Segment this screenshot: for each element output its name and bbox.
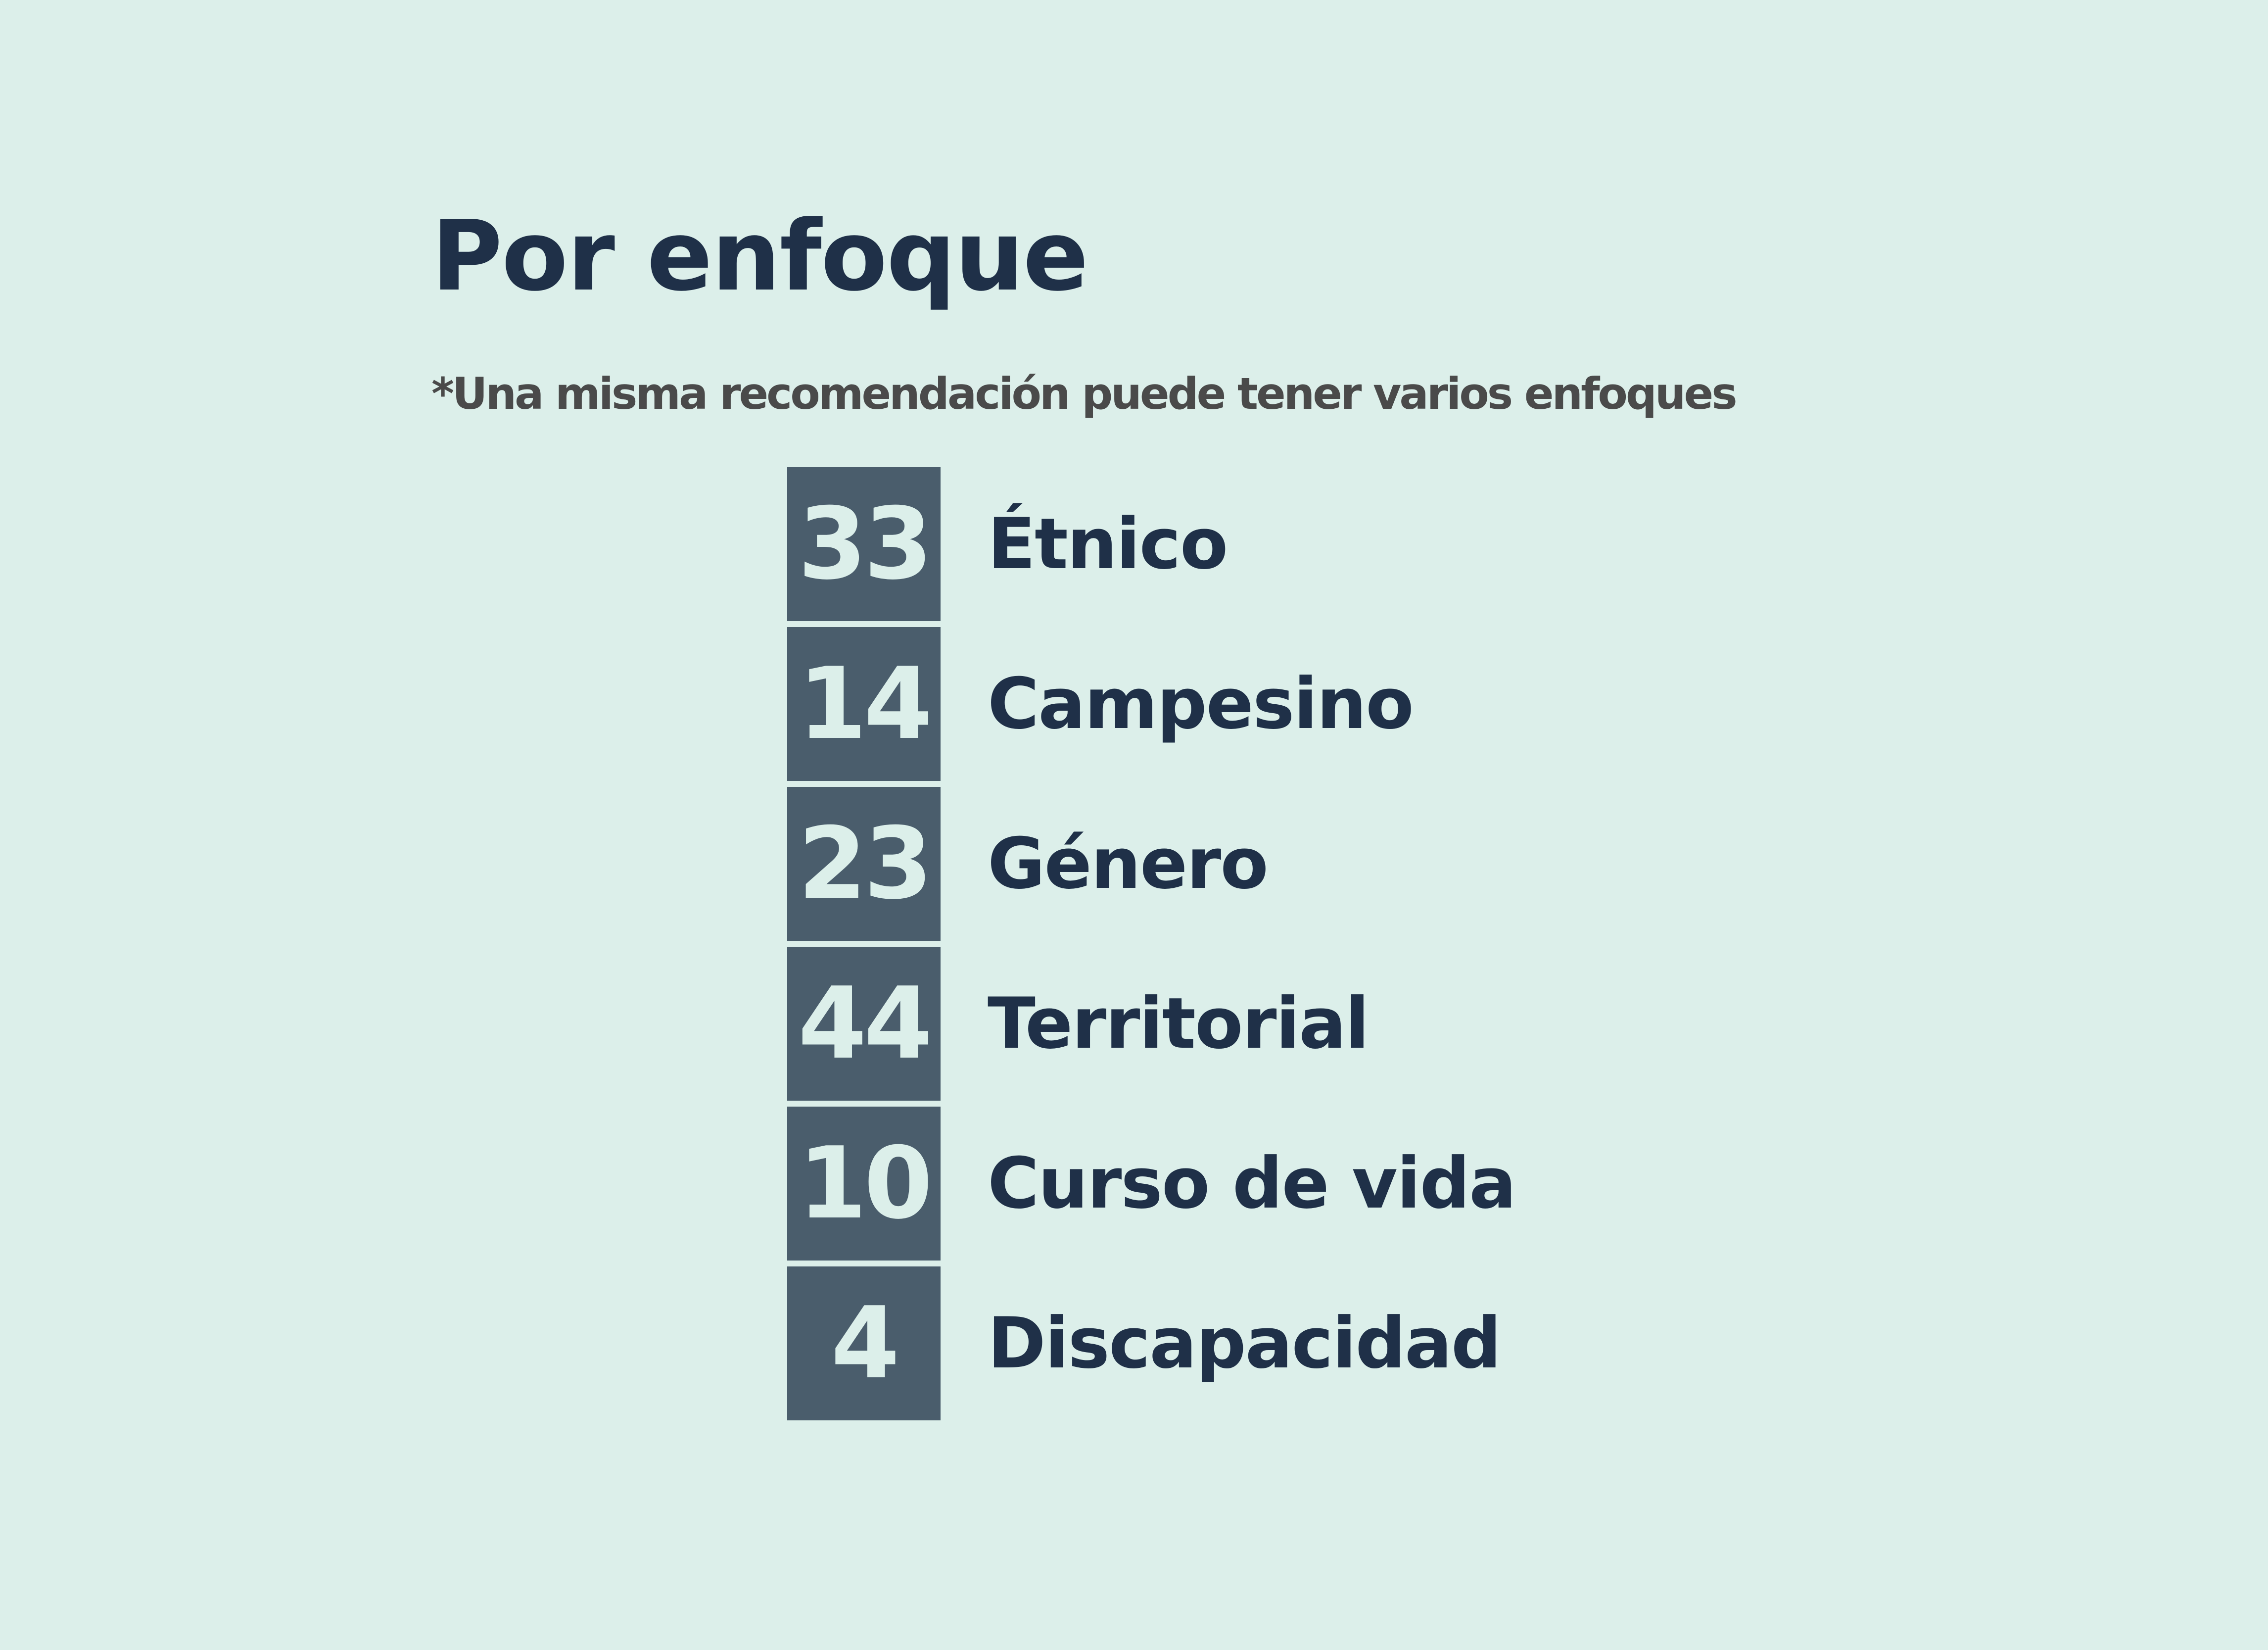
item-label: Curso de vida: [988, 1142, 1516, 1224]
item-label: Campesino: [988, 663, 1414, 745]
list-item: 4 Discapacidad: [787, 1266, 1579, 1420]
list-item: 33 Étnico: [787, 467, 1579, 621]
list-item: 23 Género: [787, 787, 1579, 941]
count-box: 4: [787, 1266, 941, 1420]
count-box: 14: [787, 627, 941, 781]
count-box: 10: [787, 1107, 941, 1261]
list-item: 10 Curso de vida: [787, 1107, 1579, 1261]
enfoque-list: 33 Étnico 14 Campesino 23 Género 44 Terr…: [787, 467, 1579, 1426]
count-box: 33: [787, 467, 941, 621]
count-box: 23: [787, 787, 941, 941]
list-item: 44 Territorial: [787, 947, 1579, 1101]
item-label: Género: [988, 823, 1269, 905]
page-title: Por enfoque: [431, 200, 1088, 313]
item-label: Étnico: [988, 503, 1228, 585]
item-label: Discapacidad: [988, 1302, 1501, 1384]
count-box: 44: [787, 947, 941, 1101]
subtitle-note: *Una misma recomendación puede tener var…: [431, 368, 1738, 419]
item-label: Territorial: [988, 982, 1370, 1065]
list-item: 14 Campesino: [787, 627, 1579, 781]
